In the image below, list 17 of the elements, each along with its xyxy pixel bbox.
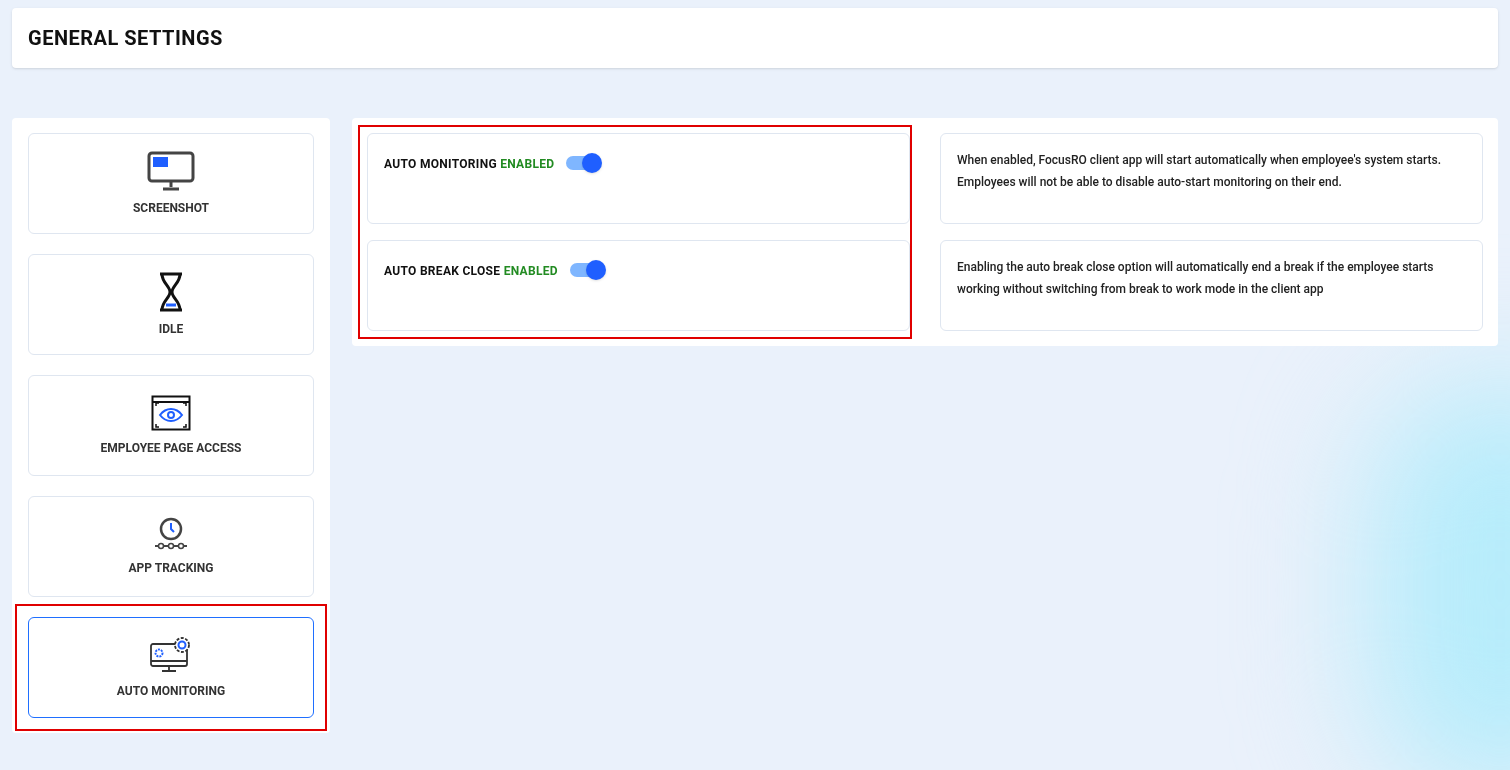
setting-description: Enabling the auto break close option will automatically end a break if the employee starts working without switching from break to work mode in the client app xyxy=(957,259,1435,298)
sidebar-item[interactable]: IDLE xyxy=(28,254,314,355)
clock-timeline-icon xyxy=(153,516,189,551)
page-title: GENERAL SETTINGS xyxy=(28,25,223,52)
sidebar-item[interactable]: APP TRACKING xyxy=(28,496,314,597)
monitor-gears-icon xyxy=(149,635,193,674)
sidebar-item[interactable]: AUTO MONITORING xyxy=(28,617,314,718)
hourglass-icon xyxy=(157,271,185,312)
setting-label: AUTO MONITORING ENABLED xyxy=(384,156,555,173)
monitor-icon xyxy=(147,150,195,191)
eye-window-icon xyxy=(151,394,191,431)
toggle-switch[interactable] xyxy=(566,152,603,174)
sidebar-item[interactable]: SCREENSHOT xyxy=(28,133,314,234)
toggle-switch[interactable] xyxy=(569,259,606,281)
setting-label: AUTO BREAK CLOSE ENABLED xyxy=(384,263,558,280)
setting-description: When enabled, FocusRO client app will start automatically when employee's system starts. Employees will not be able to disable auto-start monitoring on their end. xyxy=(957,152,1442,191)
sidebar-item[interactable]: EMPLOYEE PAGE ACCESS xyxy=(28,375,314,476)
